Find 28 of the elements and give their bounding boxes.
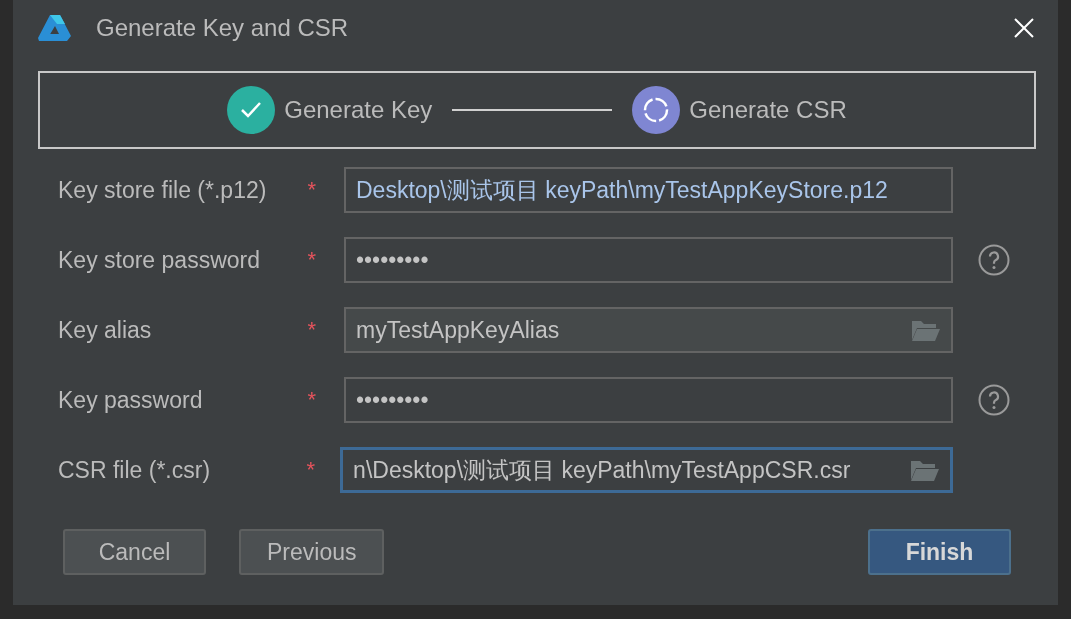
password-field[interactable]: •••••••••	[344, 377, 953, 423]
progress-icon	[632, 86, 681, 134]
field-label: CSR file (*.csr)	[57, 456, 212, 484]
input-field[interactable]: n\Desktop\测试项目 keyPath\myTestAppCSR.csr	[340, 447, 954, 493]
required-mark: *	[307, 387, 317, 413]
folder-icon[interactable]	[910, 458, 941, 482]
input-field[interactable]: Desktop\测试项目 keyPath\myTestAppKeyStore.p12	[344, 167, 953, 213]
help-icon[interactable]	[978, 244, 1011, 276]
close-button[interactable]	[1012, 15, 1036, 40]
password-field[interactable]: •••••••••	[344, 237, 953, 283]
check-icon	[227, 86, 276, 134]
dialog-button[interactable]: Cancel	[63, 529, 206, 575]
step-label: Generate CSR	[689, 96, 847, 124]
field-label: Key alias	[57, 316, 153, 344]
window-title: Generate Key and CSR	[96, 13, 350, 42]
field-label: Key store file (*.p12)	[57, 176, 268, 204]
field-label: Key password	[57, 386, 204, 414]
step-label: Generate Key	[284, 96, 433, 124]
required-mark: *	[307, 247, 317, 273]
finish-button[interactable]: Finish	[868, 529, 1011, 575]
help-icon[interactable]	[978, 384, 1011, 416]
logo-icon	[38, 13, 72, 42]
combo-field[interactable]: myTestAppKeyAlias	[344, 307, 953, 353]
required-mark: *	[307, 177, 317, 203]
required-mark: *	[307, 317, 317, 343]
dialog-button[interactable]: Previous	[239, 529, 385, 575]
field-label: Key store password	[57, 246, 261, 274]
required-mark: *	[306, 457, 317, 483]
